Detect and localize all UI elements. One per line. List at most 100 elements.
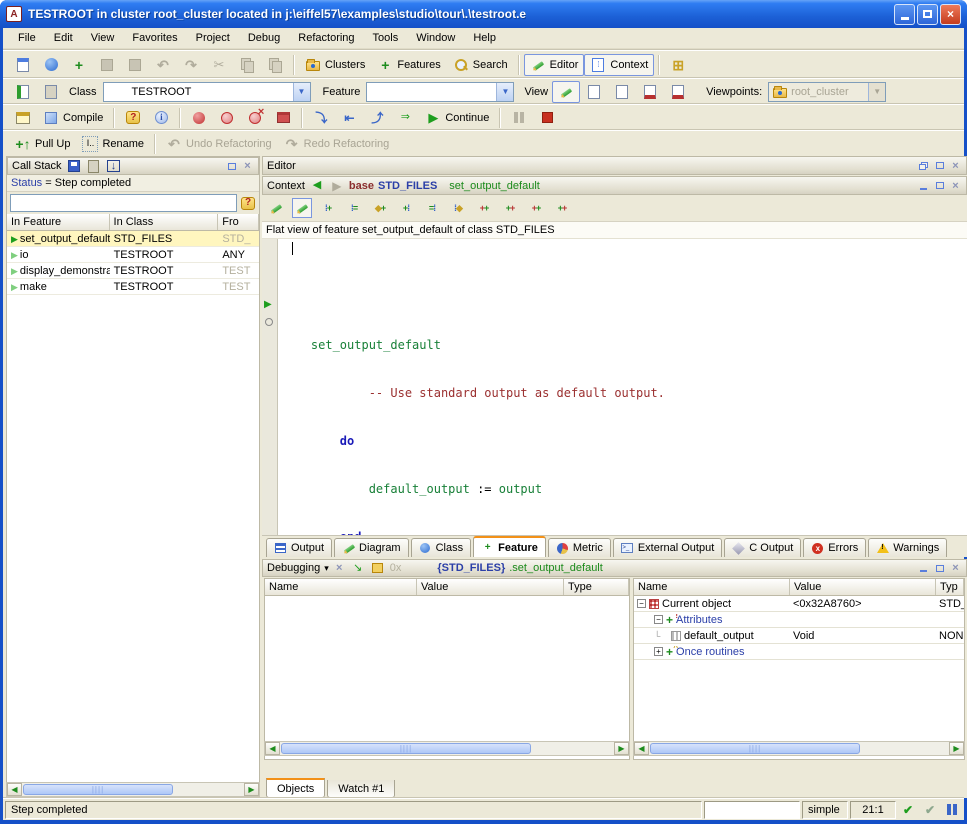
- rename-button[interactable]: I..Rename: [76, 133, 150, 155]
- scroll-left-icon[interactable]: ◀: [634, 742, 649, 755]
- debugging-minimize-icon[interactable]: [917, 562, 930, 574]
- debugging-dropdown-icon[interactable]: ▾: [324, 563, 329, 574]
- feature-combobox[interactable]: ▼: [366, 82, 514, 102]
- copy-stack-icon[interactable]: [88, 160, 99, 173]
- open-button[interactable]: [37, 54, 65, 76]
- editor-header[interactable]: Editor ×: [262, 156, 967, 175]
- editor-toggle-button[interactable]: Editor: [524, 54, 585, 76]
- status-pause-icon[interactable]: [947, 804, 957, 815]
- disable-breakpoints-button[interactable]: [213, 107, 241, 129]
- tab-warnings[interactable]: Warnings: [868, 538, 947, 557]
- continue-button[interactable]: ▶Continue: [419, 107, 495, 129]
- object-tree-row[interactable]: −+!Attributes: [634, 612, 964, 628]
- code-margin[interactable]: ▶: [262, 239, 278, 539]
- status-check-icon[interactable]: ✔: [903, 803, 913, 817]
- profile-button[interactable]: ⊞: [664, 54, 692, 76]
- callees-button[interactable]: +⁞: [396, 198, 416, 218]
- project-settings-button[interactable]: [9, 107, 37, 129]
- view-contract-button[interactable]: [636, 81, 664, 103]
- menu-debug[interactable]: Debug: [239, 29, 289, 47]
- tab-class[interactable]: Class: [411, 538, 472, 557]
- basic-text-view-button[interactable]: [266, 198, 286, 218]
- class-combobox-arrow[interactable]: ▼: [293, 83, 310, 101]
- watch-col-value[interactable]: Value: [417, 579, 564, 595]
- tab-c-output[interactable]: C Output: [724, 538, 801, 557]
- object-tree-row[interactable]: −Current object <0x32A8760> STD_: [634, 596, 964, 612]
- call-stack-header[interactable]: Call Stack ↓ ×: [7, 157, 259, 175]
- pull-up-button[interactable]: +↑Pull Up: [9, 133, 76, 155]
- tab-metric[interactable]: Metric: [548, 538, 611, 557]
- implementers-button[interactable]: ++: [552, 198, 572, 218]
- tab-feature[interactable]: +Feature: [473, 536, 546, 557]
- compile-button[interactable]: Compile: [37, 107, 109, 129]
- scroll-right-icon[interactable]: ▶: [244, 783, 259, 796]
- exception-help-icon[interactable]: ?: [241, 197, 255, 210]
- stop-button[interactable]: [533, 107, 561, 129]
- tab-diagram[interactable]: Diagram: [334, 538, 409, 557]
- search-button[interactable]: Search: [447, 54, 514, 76]
- code-area[interactable]: ▶ set_output_default -- Use standard out…: [262, 239, 967, 539]
- view-interface-button[interactable]: [664, 81, 692, 103]
- debug-context-feature[interactable]: .set_output_default: [509, 562, 603, 574]
- scroll-thumb[interactable]: [650, 743, 860, 754]
- breakpoint-slot-icon[interactable]: [265, 318, 273, 326]
- debug-context-class[interactable]: {STD_FILES}: [437, 562, 505, 574]
- history-back-button[interactable]: [9, 81, 37, 103]
- watch-grid[interactable]: Name Value Type: [264, 578, 630, 760]
- object-tree-row[interactable]: ++^Once routines: [634, 644, 964, 660]
- scroll-thumb[interactable]: [281, 743, 531, 754]
- call-stack-row[interactable]: ▶io TESTROOT ANY: [7, 247, 259, 263]
- maximize-button[interactable]: [917, 4, 938, 25]
- breadcrumb-class[interactable]: STD_FILES: [378, 180, 437, 192]
- collapse-icon[interactable]: −: [637, 599, 646, 608]
- context-close-icon[interactable]: ×: [949, 180, 962, 192]
- objects-col-name[interactable]: Name: [634, 579, 790, 595]
- context-minimize-icon[interactable]: [917, 180, 930, 192]
- tab-watch-1[interactable]: Watch #1: [327, 780, 395, 798]
- minimize-button[interactable]: [894, 4, 915, 25]
- view-flat-button[interactable]: [580, 81, 608, 103]
- watch-col-name[interactable]: Name: [265, 579, 417, 595]
- menu-help[interactable]: Help: [464, 29, 505, 47]
- goto-feature-icon[interactable]: ↘: [350, 560, 366, 576]
- menu-edit[interactable]: Edit: [45, 29, 82, 47]
- code-text[interactable]: set_output_default -- Use standard outpu…: [278, 239, 967, 539]
- creators-button[interactable]: ◆+: [370, 198, 390, 218]
- assigners-button[interactable]: ⁞=: [344, 198, 364, 218]
- save-stack-icon[interactable]: [68, 160, 80, 172]
- tab-output[interactable]: Output: [266, 538, 332, 557]
- watch-hscrollbar[interactable]: ◀ ▶: [264, 741, 630, 756]
- menu-favorites[interactable]: Favorites: [123, 29, 186, 47]
- objects-col-value[interactable]: Value: [790, 579, 936, 595]
- menu-project[interactable]: Project: [187, 29, 239, 47]
- breadcrumb-base[interactable]: base: [349, 180, 374, 192]
- scroll-right-icon[interactable]: ▶: [949, 742, 964, 755]
- menu-refactoring[interactable]: Refactoring: [289, 29, 363, 47]
- col-in-feature[interactable]: In Feature: [7, 214, 110, 230]
- menu-tools[interactable]: Tools: [364, 29, 408, 47]
- objects-hscrollbar[interactable]: ◀ ▶: [633, 741, 965, 756]
- scroll-left-icon[interactable]: ◀: [7, 783, 22, 796]
- expand-icon[interactable]: +: [654, 647, 663, 656]
- homonyms-button[interactable]: ++: [526, 198, 546, 218]
- melt-button[interactable]: ?: [119, 107, 147, 129]
- debugging-maximize-icon[interactable]: [933, 562, 946, 574]
- call-stack-row[interactable]: ▶display_demonstrat... TESTROOT TEST: [7, 263, 259, 279]
- menu-file[interactable]: File: [9, 29, 45, 47]
- new-window-button[interactable]: [9, 54, 37, 76]
- context-maximize-icon[interactable]: [933, 180, 946, 192]
- scroll-left-icon[interactable]: ◀: [265, 742, 280, 755]
- call-stack-hscrollbar[interactable]: ◀ ▶: [6, 782, 260, 797]
- scroll-thumb[interactable]: [23, 784, 173, 795]
- step-into-button[interactable]: ⤵: [307, 107, 335, 129]
- features-button[interactable]: +Features: [371, 54, 446, 76]
- enable-breakpoints-button[interactable]: [185, 107, 213, 129]
- class-combobox[interactable]: TESTROOT ▼: [103, 82, 311, 102]
- call-stack-maximize-icon[interactable]: [225, 160, 238, 172]
- call-stack-row[interactable]: ▶set_output_default STD_FILES STD_: [7, 231, 259, 247]
- menu-view[interactable]: View: [82, 29, 124, 47]
- view-editor-button[interactable]: [552, 81, 580, 103]
- close-button[interactable]: ×: [940, 4, 961, 25]
- remove-breakpoints-button[interactable]: [241, 107, 269, 129]
- tab-objects[interactable]: Objects: [266, 778, 325, 798]
